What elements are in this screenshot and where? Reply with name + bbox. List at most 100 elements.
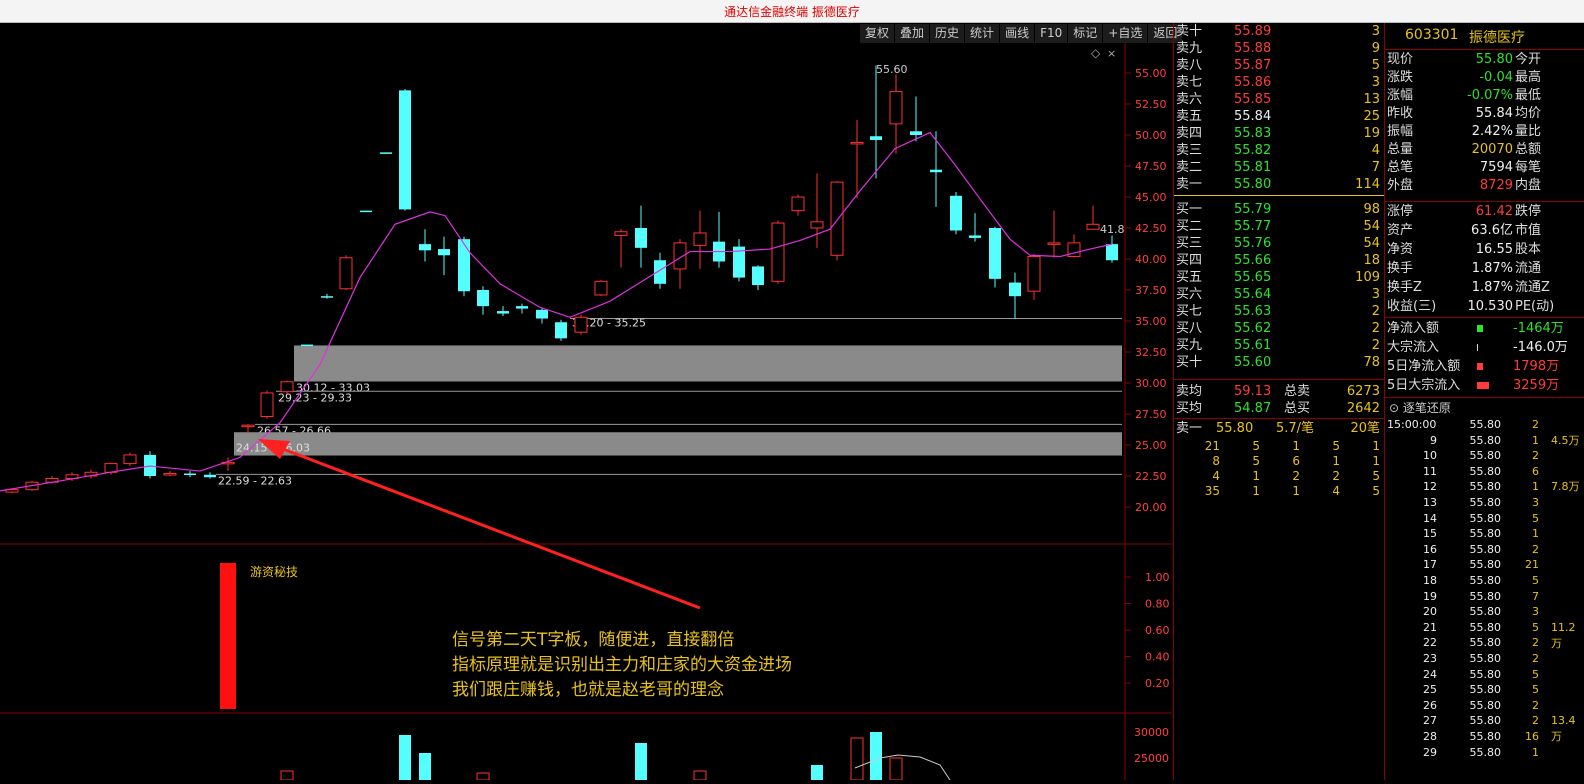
volume-bar bbox=[850, 737, 864, 781]
toolbar-button-0[interactable]: 复权 bbox=[860, 24, 896, 43]
toolbar-button-6[interactable]: 标记 bbox=[1068, 24, 1104, 43]
bid-row[interactable]: 买七 55.63 2 bbox=[1174, 303, 1384, 320]
quote-key-2: 流通 bbox=[1515, 261, 1542, 276]
trade-row: 26 55.80 2 bbox=[1385, 698, 1584, 714]
trade-row: 15:00:00 55.80 2 bbox=[1385, 417, 1584, 433]
quote-key: 振幅 bbox=[1387, 124, 1414, 139]
bid-row[interactable]: 买十 55.60 78 bbox=[1174, 354, 1384, 371]
candle-body bbox=[419, 244, 431, 251]
toolbar-button-4[interactable]: 画线 bbox=[1000, 24, 1036, 43]
ask-row[interactable]: 卖十 55.89 3 bbox=[1174, 23, 1384, 40]
order-book-panel: 卖十 55.89 3 卖九 55.88 9 卖八 55.87 5 卖七 55.86 3 卖六 55.85 1… bbox=[1173, 23, 1384, 780]
bid-row[interactable]: 买三 55.76 54 bbox=[1174, 235, 1384, 252]
candle-body bbox=[771, 222, 785, 282]
bid-row[interactable]: 买四 55.66 18 bbox=[1174, 252, 1384, 269]
price-tick-label: 42.50 bbox=[1135, 222, 1167, 235]
trade-row: 19 55.80 7 bbox=[1385, 589, 1584, 605]
ask-row[interactable]: 卖七 55.86 3 bbox=[1174, 74, 1384, 91]
trade-volume: 3 bbox=[1532, 496, 1539, 509]
candle-body bbox=[280, 381, 294, 393]
trade-time: 15 bbox=[1423, 527, 1437, 541]
close-icon[interactable]: × bbox=[1107, 47, 1116, 60]
bid-price: 55.76 bbox=[1234, 236, 1272, 251]
trade-volume: 16 bbox=[1525, 730, 1539, 743]
trade-price: 55.80 bbox=[1469, 667, 1502, 681]
bid-volume: 2 bbox=[1371, 338, 1380, 353]
trade-volume: 3 bbox=[1532, 605, 1539, 619]
trade-volume: 2 bbox=[1532, 636, 1539, 650]
ask-row[interactable]: 卖二 55.81 7 bbox=[1174, 159, 1384, 176]
trade-row: 27 55.80 2 13.4万 bbox=[1385, 713, 1584, 743]
diamond-icon[interactable]: ◇ bbox=[1091, 46, 1101, 60]
quote-key-2: 最低 bbox=[1515, 88, 1542, 103]
candle-body bbox=[438, 249, 450, 256]
ask-price: 55.85 bbox=[1234, 92, 1272, 107]
trades-header[interactable]: ⊙ 逐笔还原 bbox=[1389, 399, 1451, 415]
trade-volume: 2 bbox=[1532, 418, 1539, 431]
ask1-label: 卖一 bbox=[1176, 421, 1203, 436]
flow-value: 3259万 bbox=[1513, 378, 1560, 393]
volume-bar bbox=[870, 732, 882, 780]
trade-volume: 1 bbox=[1532, 433, 1539, 447]
ask-row[interactable]: 卖八 55.87 5 bbox=[1174, 57, 1384, 74]
quote-key: 换手Z bbox=[1387, 280, 1422, 295]
trade-price: 55.80 bbox=[1469, 558, 1502, 572]
candle-body bbox=[184, 473, 196, 476]
queue-cell: 4 bbox=[1212, 469, 1220, 483]
annotation-line-1: 信号第二天T字板，随便进，直接翻倍 bbox=[452, 630, 735, 650]
bid-row[interactable]: 买九 55.61 2 bbox=[1174, 337, 1384, 354]
quote-value: 55.84 bbox=[1475, 106, 1513, 121]
bid-row[interactable]: 买八 55.62 2 bbox=[1174, 320, 1384, 337]
collapse-icon[interactable]: ⊙ bbox=[1389, 401, 1403, 415]
trade-volume: 2 bbox=[1532, 714, 1539, 728]
ask-price: 55.84 bbox=[1234, 109, 1272, 124]
quote-value: 8729 bbox=[1479, 178, 1513, 193]
ask-row[interactable]: 卖三 55.82 4 bbox=[1174, 142, 1384, 159]
bid-label: 买八 bbox=[1176, 321, 1203, 336]
bid-price: 55.63 bbox=[1234, 304, 1272, 319]
ask-row[interactable]: 卖五 55.84 25 bbox=[1174, 108, 1384, 125]
trade-price: 55.80 bbox=[1469, 449, 1502, 463]
flow-swatch bbox=[1477, 363, 1483, 370]
trade-time: 23 bbox=[1423, 652, 1437, 665]
ask-row[interactable]: 卖四 55.83 19 bbox=[1174, 125, 1384, 142]
candle-body bbox=[163, 473, 177, 476]
bid-row[interactable]: 买五 55.65 109 bbox=[1174, 269, 1384, 286]
ask-volume: 3 bbox=[1371, 24, 1380, 39]
candle-body bbox=[1047, 242, 1061, 245]
ask-row[interactable]: 卖一 55.80 114 bbox=[1174, 176, 1384, 193]
bid-row[interactable]: 买六 55.64 3 bbox=[1174, 286, 1384, 303]
toolbar-button-2[interactable]: 历史 bbox=[930, 24, 966, 43]
ask-row[interactable]: 卖六 55.85 13 bbox=[1174, 91, 1384, 108]
bid-row[interactable]: 买二 55.77 54 bbox=[1174, 218, 1384, 235]
candle-body bbox=[850, 141, 864, 145]
bid-volume: 3 bbox=[1371, 287, 1380, 302]
buy-avg-label: 买均 bbox=[1176, 401, 1203, 416]
trade-price: 55.80 bbox=[1469, 698, 1502, 712]
zone-label: 22.59 - 22.63 bbox=[218, 474, 292, 487]
candle-body bbox=[673, 242, 687, 270]
toolbar-button-7[interactable]: +自选 bbox=[1103, 24, 1149, 43]
toolbar-button-5[interactable]: F10 bbox=[1035, 24, 1069, 43]
trade-price: 55.80 bbox=[1469, 527, 1502, 541]
ask-row[interactable]: 卖九 55.88 9 bbox=[1174, 40, 1384, 57]
ask-label: 卖八 bbox=[1176, 58, 1203, 73]
indicator-name: 游资秘技 bbox=[250, 565, 298, 579]
quote-divider-2 bbox=[1385, 201, 1584, 202]
trade-time: 26 bbox=[1423, 698, 1437, 712]
volume-tick-label: 30000 bbox=[1134, 726, 1169, 739]
sell-avg-value: 59.13 bbox=[1234, 384, 1272, 399]
price-tick-label: 25.00 bbox=[1135, 439, 1167, 452]
trade-row: 18 55.80 5 bbox=[1385, 573, 1584, 589]
ask-label: 卖六 bbox=[1176, 92, 1203, 107]
ask1-queue-header[interactable]: 卖一 55.80 5.7/笔 20笔 bbox=[1174, 420, 1384, 437]
bid-row[interactable]: 买一 55.79 98 bbox=[1174, 201, 1384, 218]
toolbar-button-3[interactable]: 统计 bbox=[965, 24, 1001, 43]
volume-bar bbox=[476, 772, 490, 781]
price-tick-label: 40.00 bbox=[1135, 253, 1167, 266]
trade-price: 55.80 bbox=[1469, 511, 1502, 525]
bid-label: 买四 bbox=[1176, 253, 1203, 268]
stock-code: 603301 bbox=[1405, 27, 1459, 43]
toolbar-button-1[interactable]: 叠加 bbox=[895, 24, 931, 43]
ask-volume: 13 bbox=[1363, 92, 1380, 107]
